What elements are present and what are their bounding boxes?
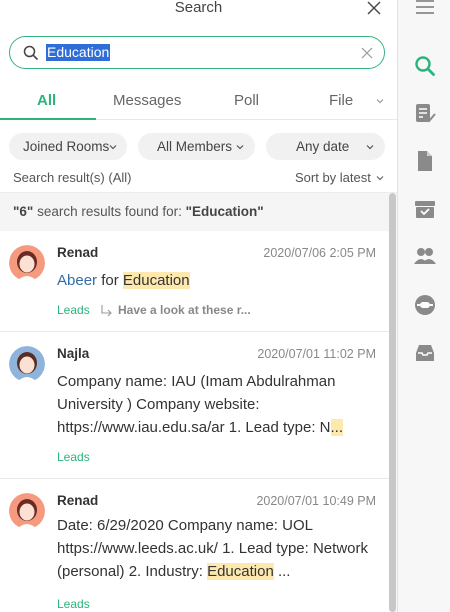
body-tail: ... bbox=[273, 563, 291, 580]
members-filter-label: All Members bbox=[157, 139, 233, 154]
reply-preview: Have a look at these r... bbox=[118, 303, 251, 317]
chevron-down-icon[interactable] bbox=[376, 174, 384, 182]
result-term: "Education" bbox=[185, 204, 264, 219]
result-scope-label: Search result(s) (All) bbox=[13, 170, 132, 185]
close-icon[interactable] bbox=[366, 0, 382, 16]
date-filter-label: Any date bbox=[296, 139, 350, 154]
avatar bbox=[9, 493, 45, 529]
document-icon[interactable] bbox=[414, 150, 436, 172]
sender-name: Najla bbox=[57, 346, 90, 361]
sender-name: Renad bbox=[57, 245, 99, 260]
chevron-down-icon bbox=[109, 145, 117, 150]
message-time: 2020/07/01 10:49 PM bbox=[256, 494, 376, 508]
date-filter[interactable]: Any date bbox=[266, 133, 385, 160]
clear-icon[interactable] bbox=[361, 47, 373, 59]
body-text: for bbox=[97, 272, 123, 289]
result-tabs: All Messages Poll File bbox=[0, 84, 397, 120]
tab-all[interactable]: All bbox=[37, 92, 56, 109]
list-item[interactable]: Renad 2020/07/06 2:05 PM Abeer for Educa… bbox=[0, 231, 389, 332]
connector-icon[interactable] bbox=[414, 294, 436, 316]
search-query[interactable]: Education bbox=[46, 44, 111, 61]
result-count: "6" bbox=[13, 204, 34, 219]
avatar bbox=[9, 245, 45, 281]
message-body: Company name: IAU (Imam Abdulrahman Univ… bbox=[57, 370, 377, 439]
match-highlight: Education bbox=[207, 563, 274, 580]
menu-icon[interactable] bbox=[414, 0, 436, 20]
results-meta: Search result(s) (All) Sort by latest bbox=[0, 168, 397, 188]
checklist-icon[interactable] bbox=[414, 102, 436, 124]
right-toolbar bbox=[397, 0, 450, 612]
search-icon bbox=[23, 45, 39, 61]
tab-messages[interactable]: Messages bbox=[113, 92, 181, 109]
archive-icon[interactable] bbox=[414, 198, 436, 220]
sender-name: Renad bbox=[57, 493, 99, 508]
reply-icon bbox=[101, 305, 112, 316]
avatar bbox=[9, 346, 45, 382]
panel-title: Search bbox=[174, 0, 223, 16]
rooms-filter-label: Joined Rooms bbox=[23, 139, 110, 154]
sort-selector[interactable]: Sort by latest bbox=[295, 170, 371, 185]
body-text: Company name: IAU (Imam Abdulrahman Univ… bbox=[57, 373, 336, 436]
match-highlight: Education bbox=[122, 272, 190, 289]
room-tag[interactable]: Leads bbox=[57, 597, 90, 611]
scrollbar-thumb[interactable] bbox=[389, 193, 396, 612]
result-count-label: search results found for: bbox=[33, 204, 186, 219]
active-tab-indicator bbox=[0, 118, 96, 120]
tab-file[interactable]: File bbox=[329, 92, 353, 109]
message-body: Abeer for Education bbox=[57, 269, 377, 292]
filter-bar: Joined Rooms All Members Any date bbox=[0, 133, 397, 161]
search-header: Search bbox=[0, 0, 397, 32]
message-time: 2020/07/06 2:05 PM bbox=[263, 246, 376, 260]
message-body: Date: 6/29/2020 Company name: UOL https:… bbox=[57, 514, 377, 583]
chevron-down-icon bbox=[366, 145, 374, 150]
group-icon[interactable] bbox=[414, 245, 436, 267]
members-filter[interactable]: All Members bbox=[138, 133, 255, 160]
tab-poll[interactable]: Poll bbox=[234, 92, 259, 109]
list-item[interactable]: Najla 2020/07/01 11:02 PM Company name: … bbox=[0, 332, 389, 479]
room-tag[interactable]: Leads bbox=[57, 303, 90, 317]
list-item[interactable]: Renad 2020/07/01 10:49 PM Date: 6/29/202… bbox=[0, 479, 389, 612]
result-list: "6" search results found for: "Education… bbox=[0, 192, 397, 612]
message-time: 2020/07/01 11:02 PM bbox=[257, 347, 376, 361]
room-tag[interactable]: Leads bbox=[57, 450, 90, 464]
search-input[interactable]: Education bbox=[9, 36, 385, 69]
match-highlight: ... bbox=[330, 419, 344, 436]
result-count-text: "6" search results found for: "Education… bbox=[13, 204, 264, 219]
result-count-banner: "6" search results found for: "Education… bbox=[0, 193, 389, 231]
search-icon[interactable] bbox=[414, 55, 436, 77]
chevron-down-icon[interactable] bbox=[376, 97, 384, 105]
mention-link[interactable]: Abeer bbox=[57, 272, 97, 289]
inbox-icon[interactable] bbox=[414, 342, 436, 364]
search-panel: Search Education All Messages Poll File … bbox=[0, 0, 397, 612]
rooms-filter[interactable]: Joined Rooms bbox=[9, 133, 127, 160]
chevron-down-icon bbox=[236, 145, 244, 150]
